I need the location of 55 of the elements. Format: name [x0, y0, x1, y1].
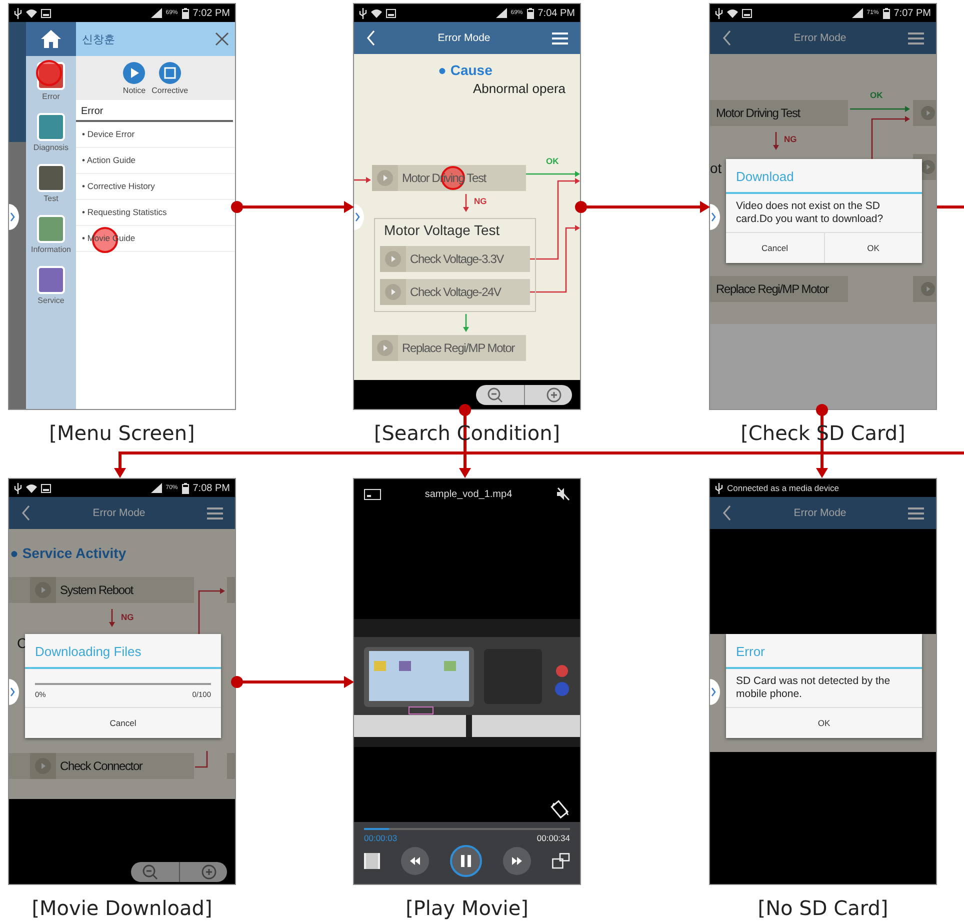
group-title: Motor Voltage Test: [382, 222, 502, 238]
dialog-message: Video does not exist on the SD card.Do you want to download?: [735, 199, 884, 227]
dialog-message: SD Card was not detected by the mobile phone.: [735, 674, 892, 702]
header-title: Error Mode: [794, 507, 846, 519]
menu-item[interactable]: • Device Error: [76, 122, 235, 148]
test-step-button[interactable]: Check Voltage-24V: [380, 279, 530, 305]
ng-label: NG: [121, 612, 134, 622]
elapsed-time: 00:00:03: [364, 833, 398, 843]
section-title: Error: [76, 100, 233, 122]
status-time: 7:07 PM: [894, 8, 931, 18]
user-name: 신창훈: [82, 32, 115, 46]
sidebar-item[interactable]: Information: [26, 209, 76, 260]
dialog-title: Error: [726, 634, 922, 669]
status-notice: Connected as a media device: [727, 483, 839, 493]
status-time: 7:04 PM: [538, 8, 575, 18]
screen-caption: [No SD Card]: [756, 895, 890, 921]
test-step-button[interactable]: Check Voltage-3.3V: [380, 246, 530, 272]
status-time: 7:02 PM: [192, 8, 230, 18]
header-title: Error Mode: [438, 32, 490, 44]
sidebar-item[interactable]: Diagnosis: [26, 107, 76, 158]
video-title: sample_vod_1.mp4: [424, 488, 512, 500]
test-step-button[interactable]: Replace Regi/MP Motor: [372, 335, 526, 361]
menu-item[interactable]: • Requesting Statistics: [76, 200, 235, 226]
ok-label: OK: [546, 156, 559, 166]
dialog-button[interactable]: Cancel: [25, 708, 221, 738]
dialog-button[interactable]: OK: [726, 708, 922, 738]
partial-text: ot: [710, 160, 722, 176]
shortcut-button[interactable]: Notice: [122, 62, 146, 94]
menu-item[interactable]: • Corrective History: [76, 174, 235, 200]
screen-caption: [Menu Screen]: [48, 420, 196, 446]
section-heading: ● Service Activity: [10, 545, 126, 561]
test-step-button[interactable]: System Reboot: [9, 577, 194, 603]
sidebar-item[interactable]: Service: [26, 260, 76, 311]
ok-label: OK: [870, 90, 883, 100]
shortcut-button[interactable]: Corrective: [152, 62, 188, 94]
ng-label: NG: [474, 196, 487, 206]
sidebar-item[interactable]: Error: [26, 56, 76, 107]
test-step-button[interactable]: Check Connector: [9, 753, 194, 779]
screen-caption: [Play Movie]: [404, 895, 530, 921]
ng-label: NG: [784, 134, 797, 144]
sidebar-item[interactable]: Test: [26, 158, 76, 209]
screen-caption: [Movie Download]: [30, 895, 214, 921]
test-step-button[interactable]: Replace Regi/MP Motor: [710, 276, 848, 302]
header-title: Error Mode: [92, 507, 146, 519]
dialog-title: Download: [726, 159, 922, 194]
test-step-button[interactable]: Motor Driving Test: [710, 100, 848, 126]
cause-heading: ● Cause: [438, 62, 492, 78]
header-title: Error Mode: [794, 32, 846, 44]
total-time: 00:00:34: [536, 833, 570, 843]
status-time: 7:08 PM: [192, 482, 230, 494]
cause-text: Abnormal opera: [473, 81, 566, 96]
menu-item[interactable]: • Action Guide: [76, 148, 235, 174]
dialog-title: Downloading Files: [25, 634, 221, 669]
dialog-button[interactable]: Cancel: [726, 233, 824, 263]
dialog-button[interactable]: OK: [824, 233, 922, 263]
